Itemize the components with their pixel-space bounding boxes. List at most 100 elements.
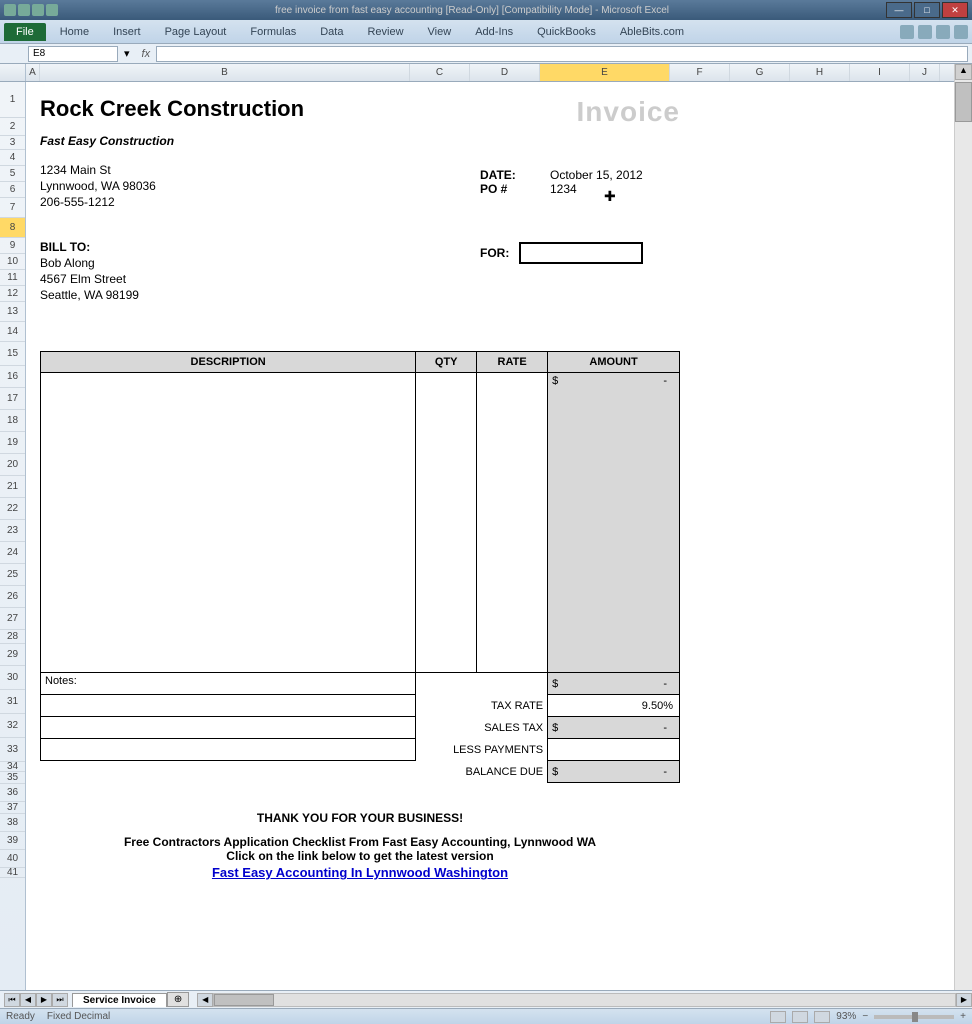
horizontal-scrollbar[interactable]: ◀ ▶ [197, 993, 972, 1007]
col-header-C[interactable]: C [410, 64, 470, 81]
notes-cell[interactable] [41, 695, 416, 717]
formula-input[interactable] [156, 46, 968, 62]
for-input-cell[interactable] [519, 242, 643, 264]
col-header-I[interactable]: I [850, 64, 910, 81]
row-header-19[interactable]: 19 [0, 432, 25, 454]
row-header-15[interactable]: 15 [0, 342, 25, 366]
worksheet-grid[interactable]: ABCDEFGHIJ 12345678910111213141516171819… [0, 64, 954, 990]
tab-prev-icon[interactable]: ◀ [20, 993, 36, 1007]
tab-insert[interactable]: Insert [103, 23, 151, 41]
row-header-14[interactable]: 14 [0, 322, 25, 342]
row-header-17[interactable]: 17 [0, 388, 25, 410]
row-header-39[interactable]: 39 [0, 832, 25, 850]
scroll-up-icon[interactable]: ▲ [955, 64, 972, 80]
sheet-tab-active[interactable]: Service Invoice [72, 993, 167, 1007]
scroll-left-icon[interactable]: ◀ [197, 993, 213, 1007]
row-header-12[interactable]: 12 [0, 286, 25, 302]
row-header-41[interactable]: 41 [0, 868, 25, 878]
col-header-B[interactable]: B [40, 64, 410, 81]
help-icon[interactable] [900, 25, 914, 39]
sheet-content[interactable]: Rock Creek Construction Invoice Fast Eas… [26, 82, 954, 990]
tab-page-layout[interactable]: Page Layout [155, 23, 237, 41]
tax-rate-value[interactable]: 9.50% [548, 695, 680, 717]
fx-icon[interactable]: fx [142, 48, 151, 60]
minimize-button[interactable]: — [886, 2, 912, 18]
row-header-18[interactable]: 18 [0, 410, 25, 432]
hscroll-thumb[interactable] [214, 994, 274, 1006]
row-header-8[interactable]: 8 [0, 218, 25, 238]
tab-formulas[interactable]: Formulas [240, 23, 306, 41]
page-break-view-icon[interactable] [814, 1011, 830, 1023]
row-header-29[interactable]: 29 [0, 644, 25, 666]
select-all-corner[interactable] [0, 64, 26, 81]
qty-cell[interactable] [416, 373, 477, 673]
row-header-27[interactable]: 27 [0, 608, 25, 630]
zoom-level[interactable]: 93% [836, 1011, 856, 1022]
zoom-slider[interactable] [874, 1015, 954, 1019]
row-header-31[interactable]: 31 [0, 690, 25, 714]
tab-view[interactable]: View [418, 23, 462, 41]
notes-cell[interactable] [41, 717, 416, 739]
col-header-D[interactable]: D [470, 64, 540, 81]
scroll-right-icon[interactable]: ▶ [956, 993, 972, 1007]
desc-cell[interactable] [41, 373, 416, 673]
row-header-25[interactable]: 25 [0, 564, 25, 586]
redo-icon[interactable] [46, 4, 58, 16]
row-header-5[interactable]: 5 [0, 166, 25, 182]
tab-data[interactable]: Data [310, 23, 353, 41]
close-workbook-icon[interactable] [954, 25, 968, 39]
file-tab[interactable]: File [4, 23, 46, 41]
maximize-button[interactable]: □ [914, 2, 940, 18]
tab-last-icon[interactable]: ⏭ [52, 993, 68, 1007]
row-header-1[interactable]: 1 [0, 82, 25, 118]
close-button[interactable]: ✕ [942, 2, 968, 18]
row-header-4[interactable]: 4 [0, 150, 25, 166]
col-header-H[interactable]: H [790, 64, 850, 81]
zoom-out-icon[interactable]: − [862, 1011, 868, 1022]
rate-cell[interactable] [477, 373, 548, 673]
row-header-10[interactable]: 10 [0, 254, 25, 270]
row-header-37[interactable]: 37 [0, 802, 25, 814]
row-header-20[interactable]: 20 [0, 454, 25, 476]
tab-next-icon[interactable]: ▶ [36, 993, 52, 1007]
col-header-F[interactable]: F [670, 64, 730, 81]
row-header-38[interactable]: 38 [0, 814, 25, 832]
save-icon[interactable] [18, 4, 30, 16]
tab-review[interactable]: Review [357, 23, 413, 41]
row-header-33[interactable]: 33 [0, 738, 25, 762]
row-header-36[interactable]: 36 [0, 784, 25, 802]
row-header-23[interactable]: 23 [0, 520, 25, 542]
row-header-32[interactable]: 32 [0, 714, 25, 738]
name-box[interactable]: E8 [28, 46, 118, 62]
notes-cell[interactable] [41, 739, 416, 761]
zoom-in-icon[interactable]: + [960, 1011, 966, 1022]
scroll-thumb[interactable] [955, 82, 972, 122]
row-header-6[interactable]: 6 [0, 182, 25, 198]
row-header-22[interactable]: 22 [0, 498, 25, 520]
undo-icon[interactable] [32, 4, 44, 16]
row-header-24[interactable]: 24 [0, 542, 25, 564]
row-header-11[interactable]: 11 [0, 270, 25, 286]
normal-view-icon[interactable] [770, 1011, 786, 1023]
row-header-30[interactable]: 30 [0, 666, 25, 690]
minimize-ribbon-icon[interactable] [918, 25, 932, 39]
page-layout-view-icon[interactable] [792, 1011, 808, 1023]
row-header-2[interactable]: 2 [0, 118, 25, 136]
namebox-dropdown-icon[interactable]: ▾ [124, 47, 130, 60]
row-header-16[interactable]: 16 [0, 366, 25, 388]
row-header-3[interactable]: 3 [0, 136, 25, 150]
vertical-scrollbar[interactable]: ▲ [954, 64, 972, 990]
less-payments-value[interactable] [548, 739, 680, 761]
row-header-7[interactable]: 7 [0, 198, 25, 218]
row-header-9[interactable]: 9 [0, 238, 25, 254]
promo-link[interactable]: Fast Easy Accounting In Lynnwood Washing… [40, 865, 680, 880]
col-header-J[interactable]: J [910, 64, 940, 81]
row-header-21[interactable]: 21 [0, 476, 25, 498]
notes-label[interactable]: Notes: [41, 673, 416, 695]
row-header-13[interactable]: 13 [0, 302, 25, 322]
restore-window-icon[interactable] [936, 25, 950, 39]
tab-quickbooks[interactable]: QuickBooks [527, 23, 606, 41]
row-header-28[interactable]: 28 [0, 630, 25, 644]
col-header-E[interactable]: E [540, 64, 670, 81]
col-header-A[interactable]: A [26, 64, 40, 81]
